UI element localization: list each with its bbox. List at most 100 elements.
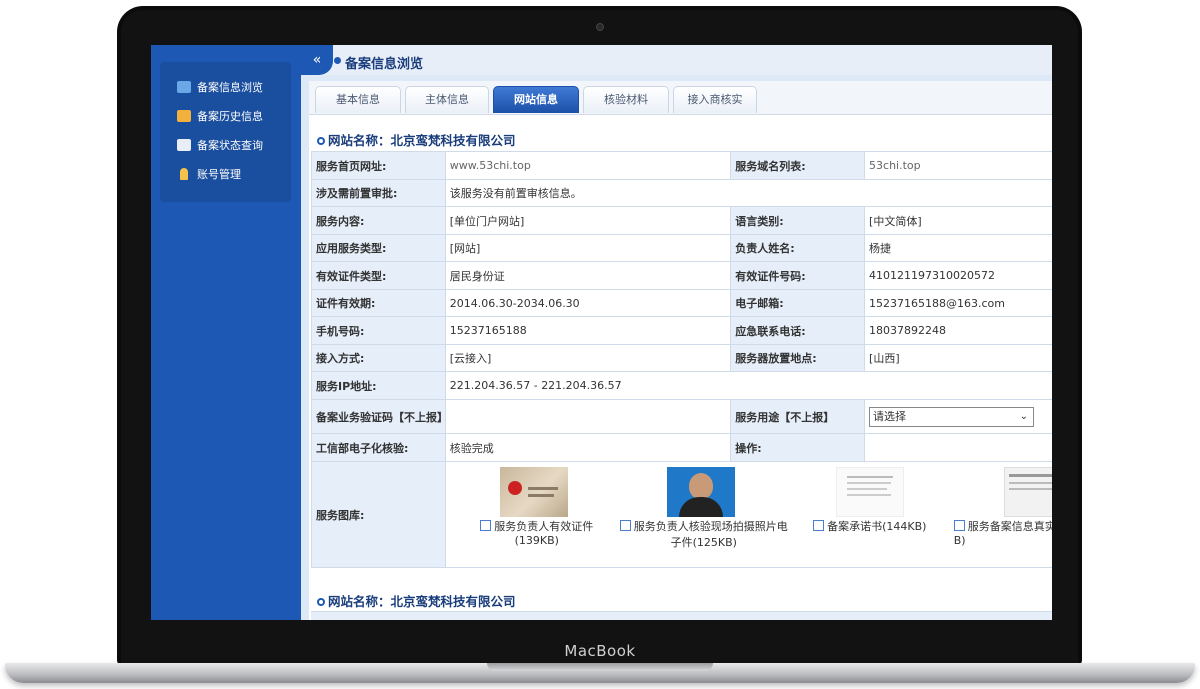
table-row: 备案业务验证码【不上报】 服务用途【不上报】 请选择 ⌄ (311, 399, 1052, 434)
domain-value: 53chi.top (864, 151, 1052, 180)
table-row: 手机号码: 15237165188 应急联系电话: 18037892248 (311, 316, 1052, 345)
gallery-item[interactable]: 备案承诺书(144KB) (810, 518, 930, 534)
table-row: 涉及需前置审批: 该服务没有前置审核信息。 (311, 179, 1052, 207)
field-label: 手机号码: (311, 316, 446, 345)
table-row: 服务内容: [单位门户网站] 语言类别: [中文简体] (311, 206, 1052, 235)
gallery-caption: 服务负责人有效证件(139KB) (494, 520, 594, 547)
field-label: 服务域名列表: (730, 151, 866, 180)
miit-value: 核验完成 (444, 433, 732, 462)
field-label: 负责人姓名: (730, 234, 866, 262)
zoom-icon (813, 520, 825, 531)
gallery-item[interactable]: 服务负责人核验现场拍摄照片电子件(125KB) (618, 518, 790, 550)
table-row: 工信部电子化核验: 核验完成 操作: (311, 433, 1052, 462)
table-row: 服务图库: 服务负责人有效证件(139KB) 服务负责人核验现场拍摄照片电子件(… (311, 461, 1052, 568)
section-bullet-icon (317, 598, 325, 606)
camera-icon (596, 23, 604, 31)
idno-value: 410121197310020572 (864, 261, 1052, 290)
laptop-notch (487, 663, 713, 671)
table-row: 服务IP地址: 221.204.36.57 - 221.204.36.57 (311, 371, 1052, 400)
history-icon (177, 110, 191, 122)
title-bullet-icon (334, 57, 341, 64)
table-row: 证件有效期: 2014.06.30-2034.06.30 电子邮箱: 15237… (311, 289, 1052, 317)
content-value: [单位门户网站] (444, 206, 732, 235)
tab-website-info[interactable]: 网站信息 (493, 86, 579, 113)
action-value (864, 433, 1052, 462)
email-value: 15237165188@163.com (864, 289, 1052, 317)
collapse-sidebar-button[interactable]: « (301, 45, 333, 75)
table-row: 应用服务类型: [网站] 负责人姓名: 杨捷 (311, 234, 1052, 262)
sidebar-item-history[interactable]: 备案历史信息 (160, 104, 291, 128)
table-row: 有效证件类型: 居民身份证 有效证件号码: 410121197310020572 (311, 261, 1052, 290)
field-label: 证件有效期: (311, 289, 446, 317)
usage-select[interactable]: 请选择 ⌄ (869, 406, 1035, 427)
tab-provider-verify[interactable]: 接入商核实 (673, 86, 757, 113)
zoom-icon (480, 520, 492, 531)
commitment-letter-thumbnail[interactable] (835, 467, 904, 517)
tab-basic-info[interactable]: 基本信息 (315, 86, 401, 113)
sidebar-item-label: 账号管理 (197, 168, 241, 181)
main-area: « 备案信息浏览 基本信息 主体信息 网站信息 核验材料 接入商核实 网站名称：… (301, 45, 1052, 620)
tab-bar: 基本信息 主体信息 网站信息 核验材料 接入商核实 (309, 81, 1052, 115)
sidebar-menu: 备案信息浏览 备案历史信息 备案状态查询 账号管理 (160, 62, 291, 202)
screen: 备案信息浏览 备案历史信息 备案状态查询 账号管理 « 备案信息浏览 基本信息 … (151, 45, 1052, 620)
tab-verification-material[interactable]: 核验材料 (583, 86, 669, 113)
sidebar-item-label: 备案信息浏览 (197, 81, 263, 94)
field-label: 电子邮箱: (730, 289, 866, 317)
usage-cell: 请选择 ⌄ (864, 399, 1052, 434)
website-info-table: 服务首页网址: www.53chi.top 服务域名列表: 53chi.top … (311, 151, 1052, 568)
section-title-text: 网站名称：北京鸾梵科技有限公司 (328, 133, 516, 148)
apptype-value: [网站] (444, 234, 732, 262)
authenticity-form-thumbnail[interactable] (1003, 467, 1052, 517)
field-label: 工信部电子化核验: (311, 433, 446, 462)
chevron-down-icon: ⌄ (1019, 410, 1029, 422)
field-label: 应急联系电话: (730, 316, 866, 345)
field-label: 语言类别: (730, 206, 866, 235)
preapproval-value: 该服务没有前置审核信息。 (444, 179, 1052, 207)
zoom-icon (953, 520, 965, 531)
field-label: 备案业务验证码【不上报】 (311, 399, 448, 434)
content-panel: 基本信息 主体信息 网站信息 核验材料 接入商核实 网站名称：北京鸾梵科技有限公… (309, 81, 1052, 620)
account-icon (180, 168, 188, 180)
location-value: [山西] (864, 344, 1052, 372)
field-label: 服务IP地址: (311, 371, 446, 400)
tab-subject-info[interactable]: 主体信息 (405, 86, 489, 113)
idtype-value: 居民身份证 (444, 261, 732, 290)
field-label: 服务内容: (311, 206, 446, 235)
usage-select-value: 请选择 (873, 409, 907, 423)
phone-value: 15237165188 (444, 316, 732, 345)
section-title: 网站名称：北京鸾梵科技有限公司 (317, 130, 516, 149)
brand-label: MacBook (564, 642, 636, 660)
section2-title-text: 网站名称：北京鸾梵科技有限公司 (328, 594, 516, 609)
id-card-thumbnail[interactable] (499, 467, 568, 517)
next-table-start (311, 611, 1052, 620)
section-bullet-icon (317, 137, 325, 145)
sidebar-item-label: 备案历史信息 (197, 110, 263, 123)
field-label: 有效证件号码: (730, 261, 866, 290)
verifycode-value (444, 399, 732, 434)
field-label: 服务首页网址: (311, 151, 446, 180)
emergency-value: 18037892248 (864, 316, 1052, 345)
field-label: 接入方式: (311, 344, 446, 372)
verification-photo-thumbnail[interactable] (666, 467, 735, 517)
sidebar-item-label: 备案状态查询 (197, 139, 263, 152)
section2-title: 网站名称：北京鸾梵科技有限公司 (317, 591, 516, 610)
owner-value: 杨捷 (864, 234, 1052, 262)
table-row: 接入方式: [云接入] 服务器放置地点: [山西] (311, 344, 1052, 372)
status-query-icon (177, 139, 191, 151)
language-value: [中文简体] (864, 206, 1052, 235)
gallery: 服务负责人有效证件(139KB) 服务负责人核验现场拍摄照片电子件(125KB)… (444, 461, 1052, 568)
gallery-item[interactable]: 服务负责人有效证件(139KB) (462, 518, 612, 547)
table-row: 服务首页网址: www.53chi.top 服务域名列表: 53chi.top (311, 151, 1052, 180)
gallery-caption: 备案承诺书(144KB) (827, 520, 927, 533)
field-label: 应用服务类型: (311, 234, 446, 262)
sidebar: 备案信息浏览 备案历史信息 备案状态查询 账号管理 (151, 45, 301, 620)
gallery-item[interactable]: 服务备案信息真实性B) (953, 518, 1052, 547)
gallery-caption: 服务备案信息真实性B) (953, 520, 1052, 547)
access-value: [云接入] (444, 344, 732, 372)
homepage-value: www.53chi.top (444, 151, 732, 180)
field-label: 服务图库: (311, 461, 446, 568)
sidebar-item-status[interactable]: 备案状态查询 (160, 133, 291, 157)
sidebar-item-browse[interactable]: 备案信息浏览 (160, 75, 291, 99)
sidebar-item-account[interactable]: 账号管理 (160, 162, 291, 186)
zoom-icon (619, 520, 631, 531)
